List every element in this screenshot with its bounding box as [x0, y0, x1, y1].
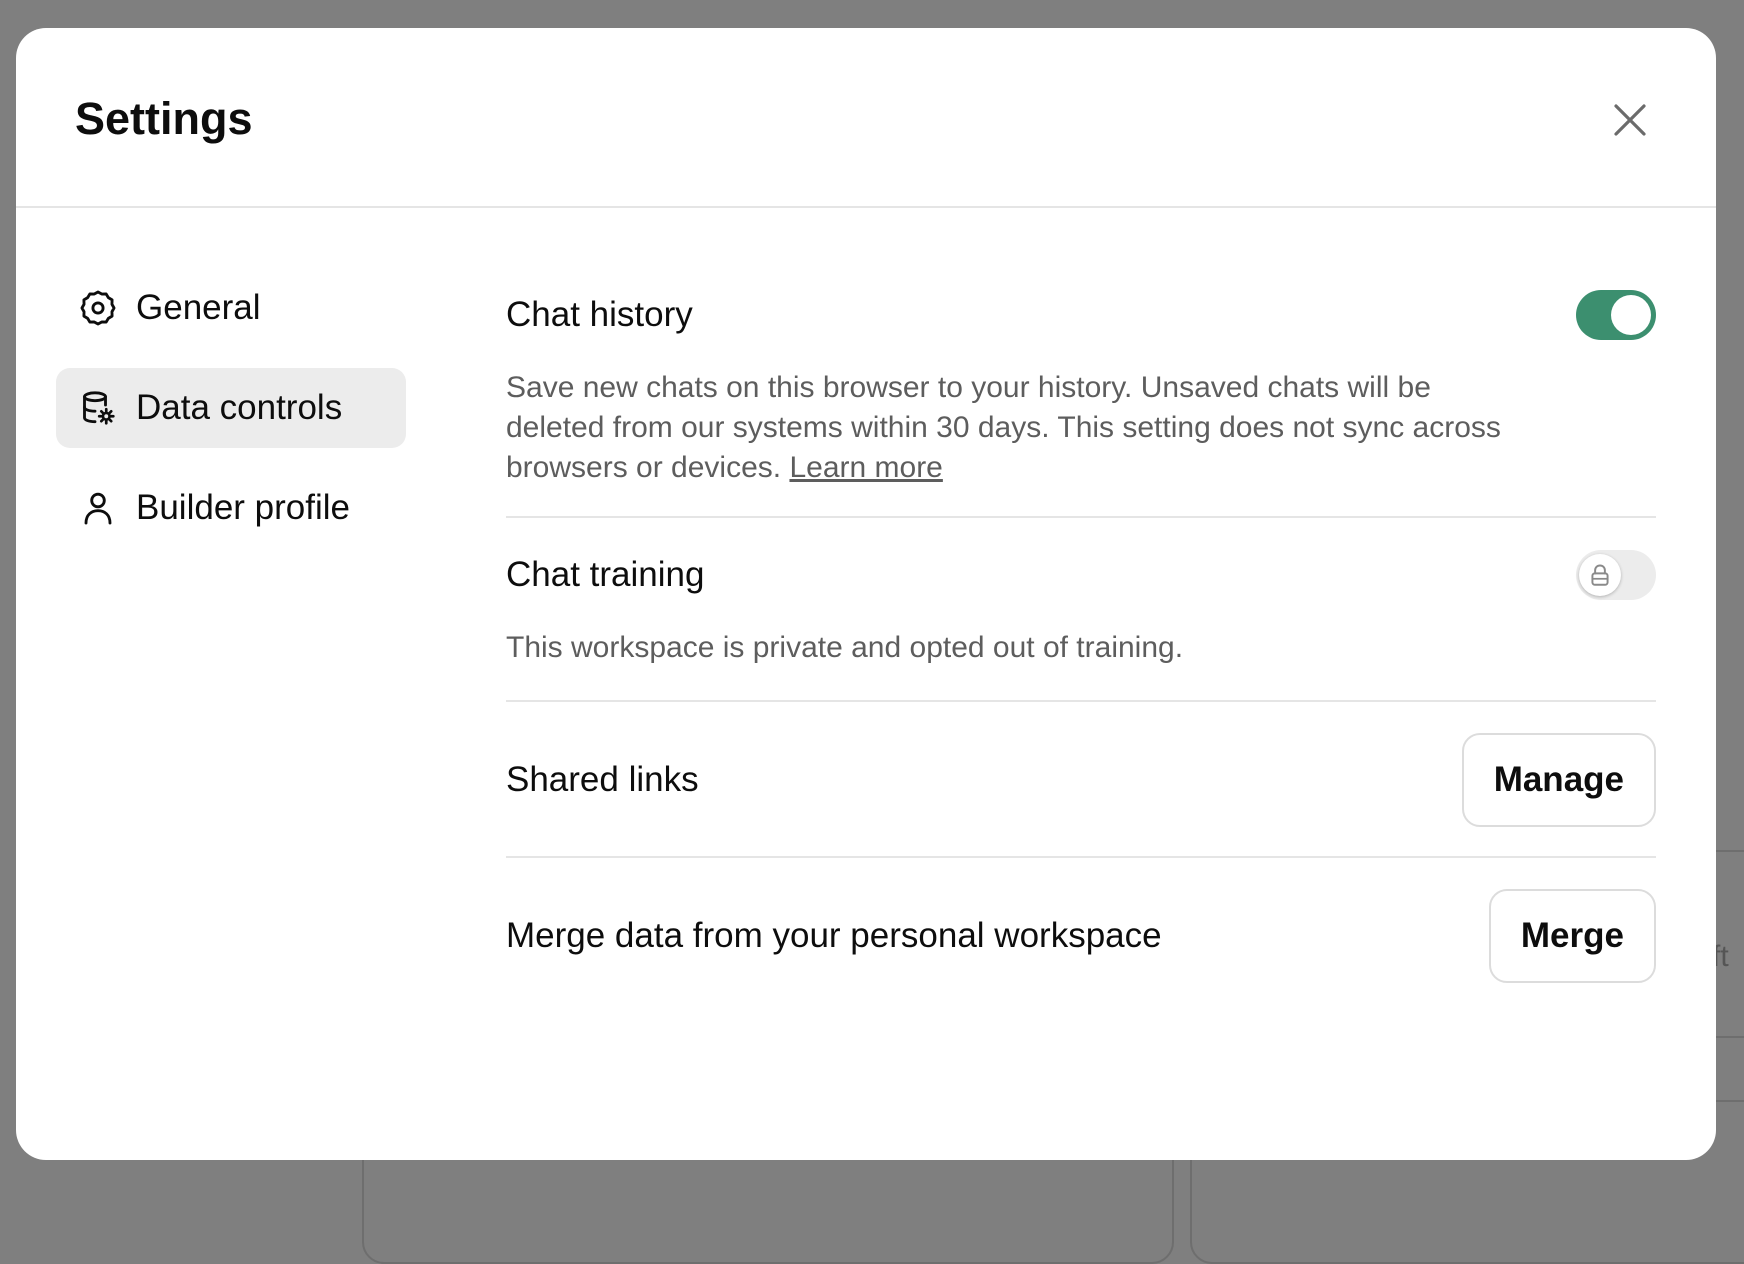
shared-links-label: Shared links: [506, 760, 699, 799]
close-button[interactable]: [1602, 92, 1658, 148]
shared-links-setting: Shared links Manage: [506, 702, 1656, 858]
chat-training-description: This workspace is private and opted out …: [506, 631, 1184, 664]
gear-icon: [78, 288, 118, 328]
sidebar-item-data-controls[interactable]: Data controls: [56, 368, 406, 448]
merge-button[interactable]: Merge: [1488, 889, 1656, 983]
sidebar-item-general[interactable]: General: [56, 268, 406, 348]
learn-more-link[interactable]: Learn more: [789, 451, 942, 484]
dialog-header: Settings: [16, 28, 1716, 208]
chat-training-setting: Chat training This workspace is private: [506, 518, 1656, 702]
database-gear-icon: [78, 388, 118, 428]
chat-history-description: Save new chats on this browser to your h…: [506, 371, 1501, 484]
settings-sidebar: General Data controls Builder profile: [56, 268, 406, 548]
person-icon: [78, 488, 118, 528]
chat-history-setting: Chat history Save new chats on this brow…: [506, 256, 1656, 518]
sidebar-item-label: Data controls: [136, 388, 343, 427]
chat-training-toggle[interactable]: [1576, 550, 1656, 600]
data-controls-panel: Chat history Save new chats on this brow…: [506, 256, 1656, 1014]
toggle-knob: [1611, 295, 1651, 335]
merge-data-setting: Merge data from your personal workspace …: [506, 858, 1656, 1014]
dialog-title: Settings: [75, 93, 253, 144]
merge-data-label: Merge data from your personal workspace: [506, 916, 1162, 955]
sidebar-item-builder-profile[interactable]: Builder profile: [56, 468, 406, 548]
close-icon: [1613, 103, 1647, 137]
chat-history-toggle[interactable]: [1576, 290, 1656, 340]
chat-training-label: Chat training: [506, 555, 705, 594]
sidebar-item-label: General: [136, 288, 261, 327]
chat-history-label: Chat history: [506, 295, 693, 334]
toggle-knob: [1579, 554, 1621, 596]
lock-icon: [1587, 562, 1613, 588]
sidebar-item-label: Builder profile: [136, 488, 350, 527]
settings-dialog: Settings General Data controls Builder p…: [16, 28, 1716, 1160]
manage-button[interactable]: Manage: [1461, 733, 1656, 827]
